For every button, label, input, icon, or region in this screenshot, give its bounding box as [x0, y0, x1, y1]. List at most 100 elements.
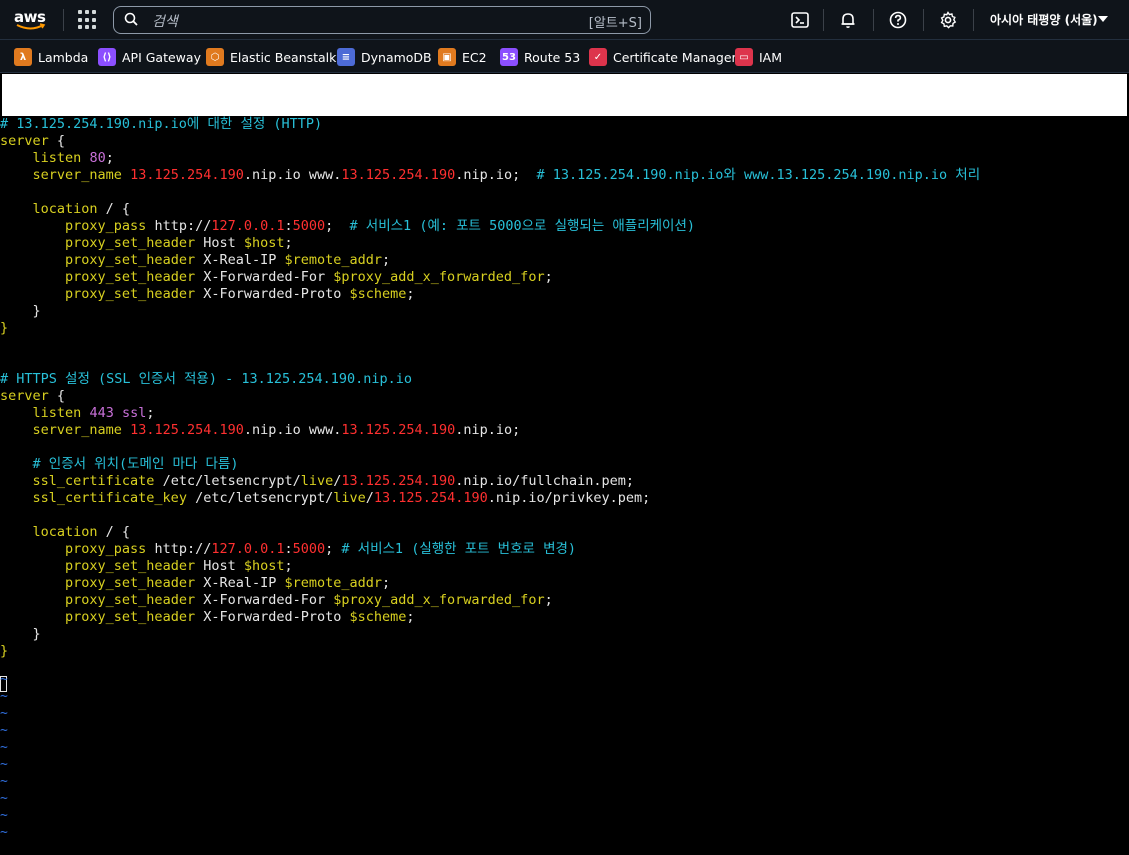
- favorite-api-gateway[interactable]: ⟨⟩ API Gateway: [98, 47, 201, 67]
- code-token: .nip.io;: [455, 422, 521, 438]
- code-token: $remote_addr: [284, 252, 383, 268]
- favorite-ec2[interactable]: ▣ EC2: [438, 47, 487, 67]
- search-icon: [124, 12, 138, 26]
- gear-icon[interactable]: [938, 10, 958, 30]
- code-line: }: [0, 320, 8, 337]
- code-line: location / {: [0, 201, 131, 218]
- code-token: location: [32, 201, 98, 217]
- code-token: listen: [32, 405, 82, 421]
- code-token: proxy_set_header: [65, 575, 196, 591]
- code-line: proxy_pass http://127.0.0.1:5000; # 서비스1…: [0, 218, 695, 235]
- route-53-icon: 53: [500, 48, 518, 66]
- code-line: }: [0, 303, 41, 320]
- code-token: server_name: [32, 422, 122, 438]
- favorite-label: Certificate Manager: [613, 49, 737, 65]
- code-token: # 서비스1 (실행한 포트 번호로 변경): [341, 541, 577, 557]
- code-token: $scheme: [349, 609, 407, 625]
- code-token: X-Forwarded-Proto: [195, 609, 350, 625]
- help-icon[interactable]: [888, 10, 908, 30]
- code-token: }: [0, 626, 41, 642]
- favorite-label: Route 53: [524, 49, 581, 65]
- code-line: server_name 13.125.254.190.nip.io www.13…: [0, 167, 981, 184]
- code-token: http://: [146, 541, 212, 557]
- code-token: 80: [89, 150, 106, 166]
- empty-line-marker: ~: [0, 791, 8, 806]
- divider: [823, 9, 824, 31]
- code-token: 5000: [292, 541, 326, 557]
- code-token: # 서비스1 (예: 포트 5000으로 실행되는 애플리케이션): [349, 218, 696, 234]
- divider: [923, 9, 924, 31]
- elastic-beanstalk-icon: ⬡: [206, 48, 224, 66]
- code-token: .nip.io;: [455, 167, 537, 183]
- code-line: proxy_set_header X-Real-IP $remote_addr;: [0, 575, 390, 592]
- code-token: 5000: [292, 218, 326, 234]
- empty-line-marker: ~: [0, 808, 8, 823]
- code-token: ;: [284, 558, 293, 574]
- aws-smile-icon: [16, 23, 46, 30]
- code-line: listen 443 ssl;: [0, 405, 155, 422]
- code-token: .nip.io www.: [243, 422, 342, 438]
- aws-logo[interactable]: aws: [14, 8, 50, 32]
- code-token: / {: [97, 201, 131, 217]
- favorite-lambda[interactable]: λ Lambda: [14, 47, 88, 67]
- divider: [63, 9, 64, 31]
- search-box[interactable]: 검색 [알트+S]: [113, 6, 651, 34]
- empty-line-marker: ~: [0, 757, 8, 772]
- code-token: Host: [195, 558, 244, 574]
- code-token: live: [300, 473, 334, 489]
- code-line: ssl_certificate /etc/letsencrypt/live/13…: [0, 473, 635, 490]
- code-line: server {: [0, 388, 65, 405]
- favorites-bar: λ Lambda ⟨⟩ API Gateway ⬡ Elastic Beanstalk ≡ D…: [0, 40, 1129, 73]
- favorite-elastic-beanstalk[interactable]: ⬡ Elastic Beanstalk: [206, 47, 336, 67]
- code-token: X-Forwarded-Proto: [195, 286, 350, 302]
- code-token: $host: [243, 235, 285, 251]
- code-token: proxy_set_header: [65, 592, 196, 608]
- empty-line-marker: ~: [0, 774, 8, 789]
- code-token: 13.125.254.190: [341, 422, 456, 438]
- code-token: ;: [406, 609, 415, 625]
- code-token: :: [284, 541, 293, 557]
- code-token: proxy_pass: [65, 218, 147, 234]
- favorite-iam[interactable]: ▭ IAM: [735, 47, 782, 67]
- code-line: proxy_set_header Host $host;: [0, 235, 293, 252]
- code-token: location: [32, 524, 98, 540]
- region-selector[interactable]: 아시아 태평양 (서울): [990, 11, 1098, 28]
- empty-line-marker: ~: [0, 723, 8, 738]
- code-token: 13.125.254.190: [341, 167, 456, 183]
- code-token: }: [0, 303, 41, 319]
- code-token: ;: [325, 541, 342, 557]
- code-token: ;: [382, 252, 391, 268]
- favorite-route-53[interactable]: 53 Route 53: [500, 47, 580, 67]
- empty-line-marker: ~: [0, 706, 8, 721]
- empty-line-marker: ~: [0, 672, 8, 687]
- code-line: proxy_set_header X-Forwarded-Proto $sche…: [0, 609, 415, 626]
- code-line: proxy_set_header X-Forwarded-For $proxy_…: [0, 592, 553, 609]
- divider: [973, 9, 974, 31]
- code-token: ;: [544, 592, 553, 608]
- bell-icon[interactable]: [838, 10, 858, 30]
- code-token: {: [48, 388, 66, 404]
- services-menu-icon[interactable]: [78, 10, 98, 30]
- caret-down-icon[interactable]: [1098, 16, 1108, 22]
- code-token: /etc/letsencrypt/: [154, 473, 301, 489]
- favorite-certificate-manager[interactable]: ✓ Certificate Manager: [589, 47, 737, 67]
- code-token: 13.125.254.190: [341, 473, 456, 489]
- code-line: server_name 13.125.254.190.nip.io www.13…: [0, 422, 521, 439]
- favorite-label: Elastic Beanstalk: [230, 49, 337, 65]
- code-token: ;: [382, 575, 391, 591]
- terminal-editor[interactable]: # 13.125.254.190.nip.io에 대한 설정 (HTTP) ser…: [0, 116, 1129, 855]
- favorite-dynamodb[interactable]: ≡ DynamoDB: [337, 47, 432, 67]
- cloudshell-icon[interactable]: [790, 10, 810, 30]
- code-line: proxy_set_header X-Real-IP $remote_addr;: [0, 252, 390, 269]
